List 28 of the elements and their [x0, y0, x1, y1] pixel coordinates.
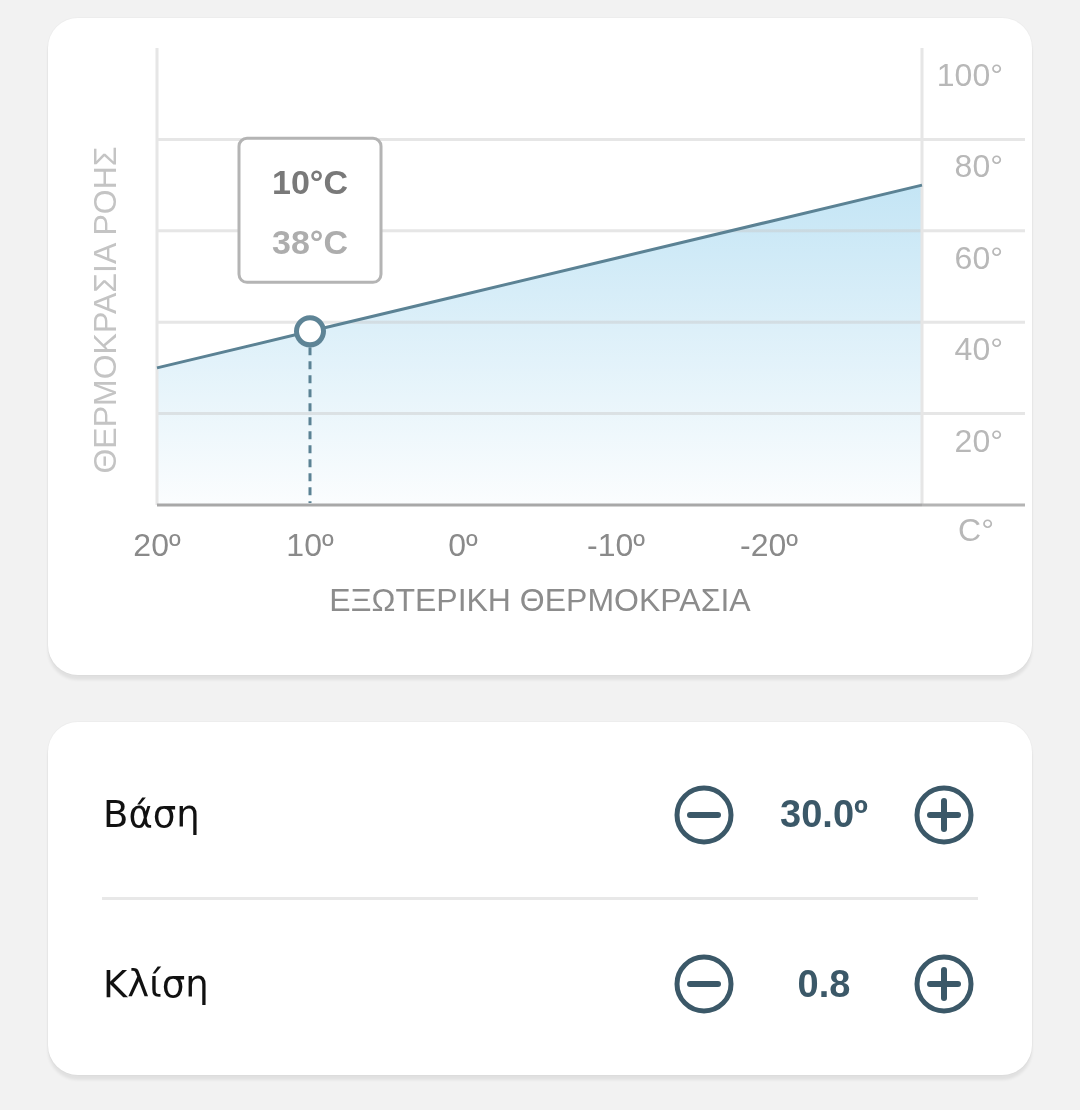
plus-icon [914, 954, 974, 1014]
minus-icon [674, 954, 734, 1014]
minus-icon [674, 784, 734, 845]
x-axis-title: ΕΞΩΤΕΡΙΚΗ ΘΕΡΜΟΚΡΑΣΙΑ [329, 582, 751, 618]
y-tick-label: 20° [954, 422, 1003, 459]
setting-label: Κλίση [103, 962, 209, 1006]
unit-label: C° [958, 512, 994, 548]
y-axis-title: ΘΕΡΜΟΚΡΑΣΙΑ ΡΟΗΣ [87, 146, 123, 474]
x-tick-label: 20º [133, 527, 181, 563]
x-tick-label: 0º [448, 527, 478, 563]
x-tick-label: -10º [587, 527, 645, 563]
setting-label: Βάση [103, 793, 200, 836]
x-tick-label: 10º [286, 527, 334, 563]
y-tick-label: 60° [954, 239, 1003, 276]
setting-value: 30.0º [779, 793, 869, 836]
decrease-button[interactable] [674, 954, 734, 1014]
decrease-button[interactable] [674, 784, 734, 845]
plus-icon [914, 784, 974, 845]
y-tick-label: 40° [954, 331, 1003, 368]
increase-button[interactable] [914, 784, 974, 845]
tooltip-text: 10°C [272, 163, 348, 202]
y-tick-label: 100° [936, 57, 1003, 93]
data-point[interactable] [294, 315, 326, 348]
tooltip-text: 38°C [272, 223, 348, 262]
x-tick-label: -20º [740, 527, 798, 563]
setting-value: 0.8 [796, 962, 852, 1006]
y-tick-label: 80° [954, 148, 1003, 185]
increase-button[interactable] [914, 954, 974, 1014]
